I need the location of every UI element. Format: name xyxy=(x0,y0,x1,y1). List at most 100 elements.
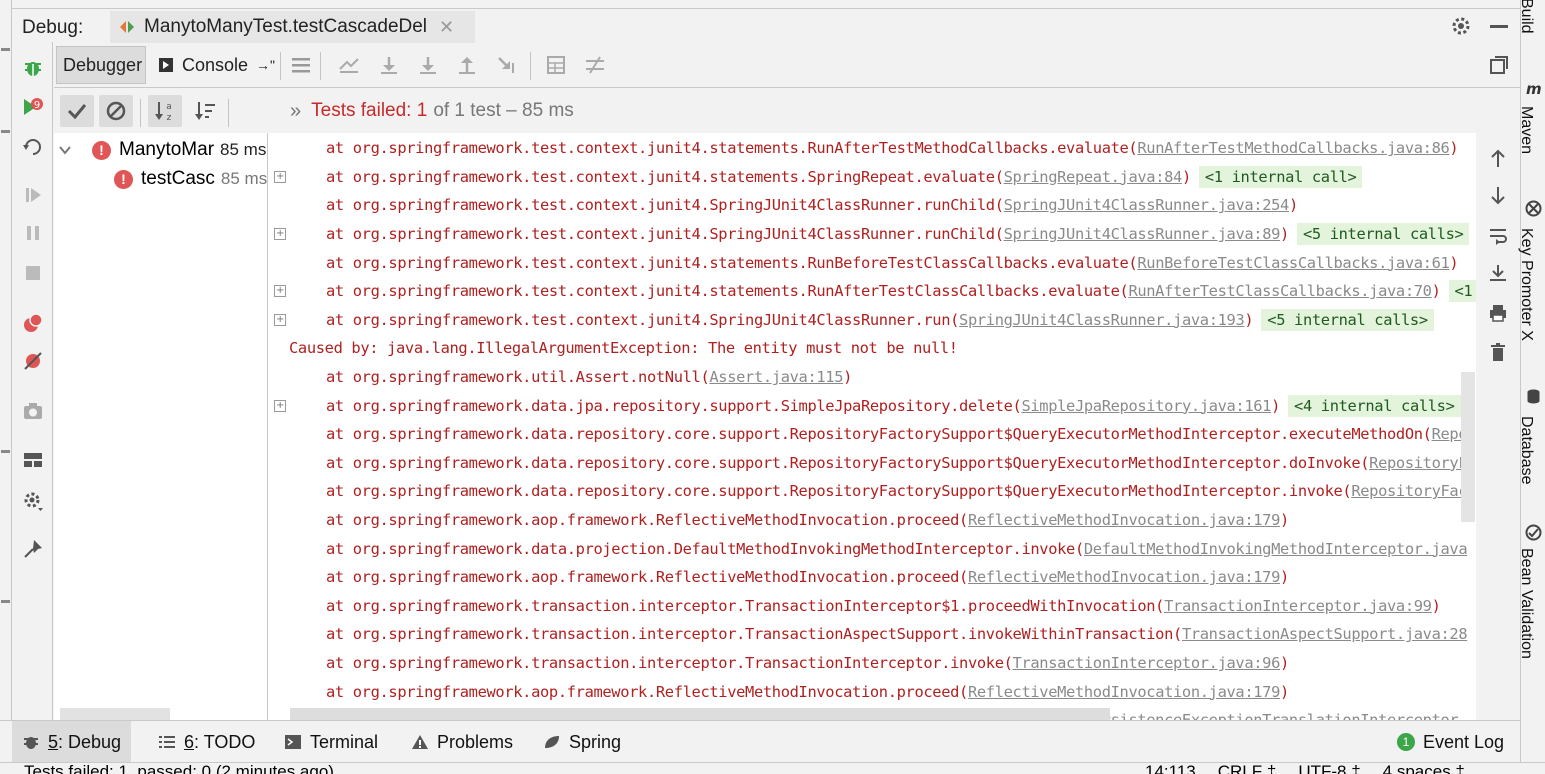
internal-calls-fold[interactable]: <5 internal calls> xyxy=(1261,308,1434,331)
soft-wrap-icon[interactable] xyxy=(1485,223,1511,249)
expand-frames-icon[interactable]: + xyxy=(274,313,286,326)
source-link[interactable]: TransactionInterceptor.java:96 xyxy=(1013,654,1281,672)
tab-debugger[interactable]: Debugger xyxy=(56,46,146,84)
debugger-toolbar: Debugger Console →" xyxy=(54,44,1520,88)
sort-by-duration-toggle[interactable] xyxy=(188,95,222,127)
show-execution-point-icon[interactable] xyxy=(336,52,362,78)
pin-icon[interactable] xyxy=(20,536,46,562)
pause-icon[interactable] xyxy=(20,220,46,246)
show-ignored-toggle[interactable] xyxy=(99,95,133,127)
print-icon[interactable] xyxy=(1485,300,1511,326)
debug-bug-icon[interactable] xyxy=(20,54,46,80)
expand-arrows-icon[interactable]: » xyxy=(290,100,301,123)
step-over-icon[interactable] xyxy=(376,52,402,78)
source-link[interactable]: TransactionAspectSupport.java:28 xyxy=(1182,625,1468,643)
tree-horizontal-scrollbar[interactable] xyxy=(60,708,170,720)
chevron-down-icon[interactable] xyxy=(58,143,72,157)
tab-terminal[interactable]: Terminal xyxy=(274,721,388,763)
sort-alphabetically-toggle[interactable]: az xyxy=(148,95,182,127)
tree-item-test-method[interactable]: ! testCasc 85 ms xyxy=(54,164,268,194)
view-breakpoints-icon[interactable] xyxy=(20,310,46,336)
menu-lines-icon[interactable] xyxy=(288,52,314,78)
expand-frames-icon[interactable]: + xyxy=(274,285,286,298)
file-encoding[interactable]: UTF-8 ‡ xyxy=(1298,763,1360,774)
internal-calls-fold[interactable]: <4 internal calls> xyxy=(1288,394,1461,417)
tab-console[interactable]: Console →" xyxy=(150,46,278,84)
sidebar-item-build[interactable]: Build xyxy=(1517,0,1535,34)
internal-calls-fold[interactable]: <1 xyxy=(1448,280,1476,303)
rerun-icon[interactable] xyxy=(20,134,46,160)
stop-icon[interactable] xyxy=(20,260,46,286)
maven-icon[interactable]: m xyxy=(1525,80,1542,97)
indent-setting[interactable]: 4 spaces ‡ xyxy=(1383,763,1465,774)
internal-calls-fold[interactable]: <5 internal calls> xyxy=(1296,223,1470,246)
source-link[interactable]: SpringJUnit4ClassRunner.java:193 xyxy=(959,311,1245,329)
tab-debug[interactable]: 5: Debug xyxy=(12,721,132,763)
mute-breakpoints-icon[interactable] xyxy=(20,348,46,374)
trash-icon[interactable] xyxy=(1485,339,1511,365)
source-link[interactable]: SpringJUnit4ClassRunner.java:89 xyxy=(1004,225,1281,243)
database-icon[interactable] xyxy=(1525,388,1542,405)
step-into-icon[interactable] xyxy=(415,52,441,78)
sidebar-item-database[interactable]: Database xyxy=(1517,416,1535,485)
tool-window-bar: 5: Debug 6: TODO Terminal Problems Sprin… xyxy=(0,720,1520,763)
run-to-cursor-icon[interactable] xyxy=(494,52,520,78)
bean-validation-icon[interactable] xyxy=(1525,524,1542,541)
line-separator[interactable]: CRLF ‡ xyxy=(1218,763,1277,774)
restore-layout-icon[interactable] xyxy=(1486,52,1512,78)
source-link[interactable]: ReflectiveMethodInvocation.java:179 xyxy=(968,511,1280,529)
svg-text:z: z xyxy=(167,113,172,122)
internal-calls-fold[interactable]: <1 internal call> xyxy=(1198,165,1363,188)
expand-frames-icon[interactable]: + xyxy=(274,170,286,183)
source-link[interactable]: RunAfterTestMethodCallbacks.java:86 xyxy=(1137,139,1449,157)
tree-item-test-class[interactable]: ! ManytoMar 85 ms xyxy=(54,135,268,165)
source-link[interactable]: SpringJUnit4ClassRunner.java:254 xyxy=(1004,196,1290,214)
expand-frames-icon[interactable]: + xyxy=(274,228,286,241)
show-passed-toggle[interactable] xyxy=(60,95,94,127)
console-line-content: at org.springframework.test.context.juni… xyxy=(326,196,1298,214)
console-vertical-scrollbar[interactable] xyxy=(1461,372,1475,522)
expand-frames-icon[interactable]: + xyxy=(274,399,286,412)
rerun-failed-icon[interactable]: 9 xyxy=(20,94,46,120)
source-link[interactable]: PersistenceExceptionTranslationIntercept… xyxy=(1084,711,1459,720)
tab-problems[interactable]: Problems xyxy=(401,721,523,763)
source-link[interactable]: SimpleJpaRepository.java:161 xyxy=(1021,397,1271,415)
source-link[interactable]: DefaultMethodInvokingMethodInterceptor.j… xyxy=(1084,540,1468,558)
console-icon xyxy=(159,58,173,72)
minimize-icon[interactable] xyxy=(1490,25,1508,28)
source-link[interactable]: Assert.java:115 xyxy=(709,368,843,386)
scroll-to-end-icon[interactable] xyxy=(1485,260,1511,286)
down-arrow-icon[interactable] xyxy=(1485,183,1511,209)
sidebar-item-key-promoter[interactable]: Key Promoter X xyxy=(1517,228,1535,341)
up-arrow-icon[interactable] xyxy=(1485,145,1511,171)
sidebar-item-bean-validation[interactable]: Bean Validation xyxy=(1517,548,1535,659)
source-link[interactable]: RunAfterTestClassCallbacks.java:70 xyxy=(1128,282,1432,300)
console-horizontal-scrollbar[interactable] xyxy=(290,708,1110,720)
camera-icon[interactable] xyxy=(20,398,46,424)
layout-icon[interactable] xyxy=(20,447,46,473)
source-link[interactable]: ReflectiveMethodInvocation.java:179 xyxy=(968,568,1280,586)
strip-marker xyxy=(1,48,10,51)
close-icon[interactable]: ✕ xyxy=(439,17,454,38)
run-config-tab[interactable]: ManytoManyTest.testCascadeDel ✕ xyxy=(110,11,475,43)
step-out-icon[interactable] xyxy=(454,52,480,78)
caret-position[interactable]: 14:113 xyxy=(1145,763,1196,774)
source-link[interactable]: SpringRepeat.java:84 xyxy=(1004,168,1183,186)
test-error-icon: ! xyxy=(114,169,133,189)
key-promoter-icon[interactable] xyxy=(1525,200,1542,217)
source-link[interactable]: TransactionInterceptor.java:99 xyxy=(1164,597,1432,615)
source-link[interactable]: ReflectiveMethodInvocation.java:179 xyxy=(968,683,1280,701)
tab-event-log[interactable]: 1 Event Log xyxy=(1387,721,1514,763)
gear-icon[interactable] xyxy=(1450,15,1472,42)
source-link[interactable]: RepositoryFac xyxy=(1351,482,1467,500)
source-link[interactable]: RepositoryF xyxy=(1369,454,1467,472)
tab-spring[interactable]: Spring xyxy=(533,721,631,763)
evaluate-expression-icon[interactable] xyxy=(543,52,569,78)
tab-todo[interactable]: 6: TODO xyxy=(148,721,265,763)
resume-icon[interactable] xyxy=(20,182,46,208)
console-output[interactable]: at org.springframework.test.context.juni… xyxy=(268,133,1476,720)
trace-icon[interactable] xyxy=(582,52,608,78)
sidebar-item-maven[interactable]: Maven xyxy=(1517,106,1535,154)
source-link[interactable]: RunBeforeTestClassCallbacks.java:61 xyxy=(1137,254,1449,272)
settings-icon[interactable] xyxy=(20,488,46,514)
